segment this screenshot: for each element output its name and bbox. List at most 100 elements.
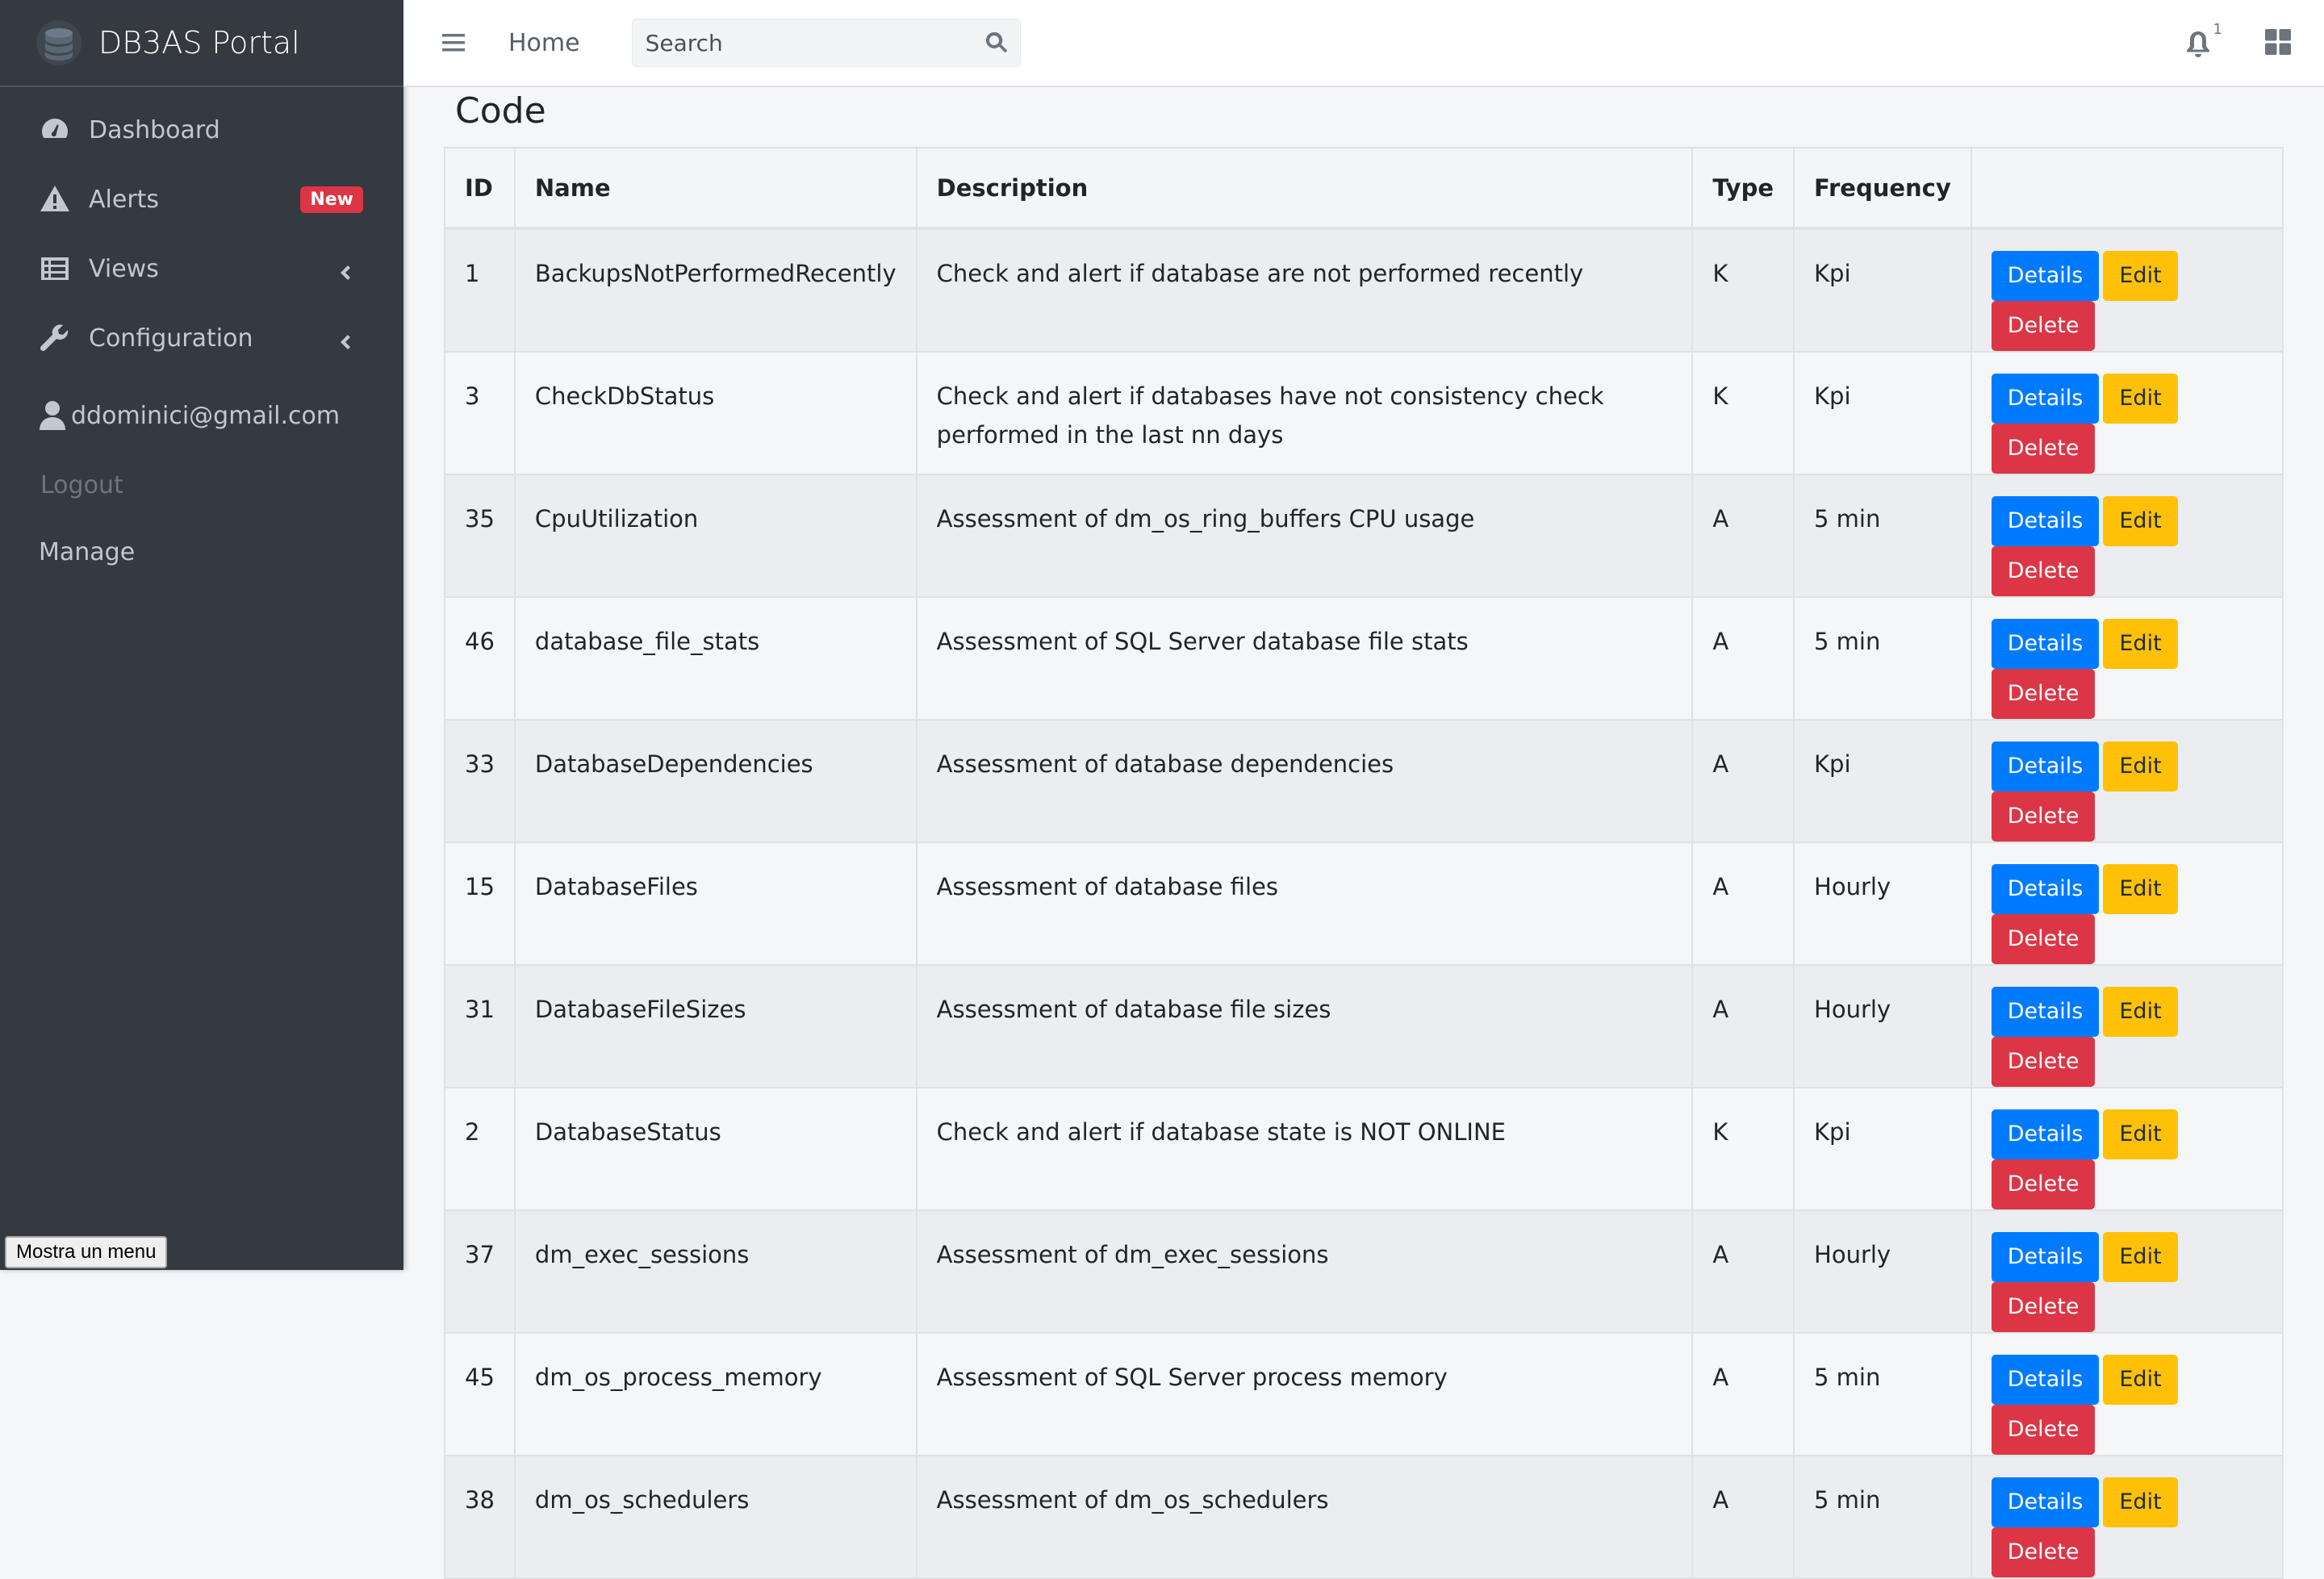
database-logo-icon bbox=[36, 19, 82, 66]
user-account-link[interactable]: ddominici@gmail.com bbox=[0, 381, 403, 450]
table-row: 1 BackupsNotPerformedRecently Check and al… bbox=[444, 228, 2284, 353]
cell-type: A bbox=[1691, 596, 1795, 721]
cell-frequency: 5 min bbox=[1793, 1332, 1972, 1456]
warning-icon bbox=[39, 183, 71, 215]
table-row: 46 database_file_stats Assessment of SQL S… bbox=[444, 596, 2284, 721]
edit-button[interactable]: Edit bbox=[2103, 864, 2178, 914]
edit-button[interactable]: Edit bbox=[2103, 619, 2178, 669]
cell-description: Assessment of dm_exec_sessions bbox=[915, 1209, 1694, 1334]
table-row: 38 dm_os_schedulers Assessment of dm_os_sc… bbox=[444, 1455, 2284, 1579]
cell-type: A bbox=[1691, 719, 1795, 843]
cell-description: Assessment of dm_os_schedulers bbox=[915, 1455, 1694, 1579]
cell-id: 31 bbox=[444, 964, 516, 1088]
sidebar-item-label: Configuration bbox=[89, 324, 253, 353]
edit-button[interactable]: Edit bbox=[2103, 741, 2178, 792]
edit-button[interactable]: Edit bbox=[2103, 1232, 2178, 1282]
delete-button[interactable]: Delete bbox=[1991, 792, 2096, 842]
page-title: Code bbox=[455, 90, 546, 132]
edit-button[interactable]: Edit bbox=[2103, 496, 2178, 546]
main-content: Code ID Name Description Type Frequency … bbox=[403, 87, 2324, 1579]
edit-button[interactable]: Edit bbox=[2103, 1109, 2178, 1159]
cell-actions: Details EditDelete bbox=[1970, 1455, 2284, 1579]
cell-actions: Details EditDelete bbox=[1970, 474, 2284, 598]
delete-button[interactable]: Delete bbox=[1991, 546, 2096, 596]
table-body: 1 BackupsNotPerformedRecently Check and al… bbox=[444, 228, 2284, 1579]
delete-button[interactable]: Delete bbox=[1991, 1037, 2096, 1087]
cell-name: DatabaseFiles bbox=[513, 842, 917, 966]
details-button[interactable]: Details bbox=[1991, 1477, 2100, 1527]
cell-id: 35 bbox=[444, 474, 516, 598]
delete-button[interactable]: Delete bbox=[1991, 1159, 2096, 1209]
edit-button[interactable]: Edit bbox=[2103, 987, 2178, 1037]
cell-type: A bbox=[1691, 1209, 1795, 1334]
cell-description: Assessment of SQL Server database file s… bbox=[915, 596, 1694, 721]
apps-grid-button[interactable] bbox=[2264, 28, 2292, 59]
cell-actions: Details EditDelete bbox=[1970, 596, 2284, 721]
cell-frequency: Kpi bbox=[1793, 1087, 1972, 1211]
delete-button[interactable]: Delete bbox=[1991, 1527, 2096, 1577]
logout-link[interactable]: Logout bbox=[0, 450, 403, 520]
details-button[interactable]: Details bbox=[1991, 864, 2100, 914]
cell-name: CheckDbStatus bbox=[513, 351, 917, 475]
details-button[interactable]: Details bbox=[1991, 374, 2100, 424]
details-button[interactable]: Details bbox=[1991, 1232, 2100, 1282]
search-input[interactable] bbox=[632, 19, 973, 66]
cell-name: dm_exec_sessions bbox=[513, 1209, 917, 1334]
cell-description: Assessment of database files bbox=[915, 842, 1694, 966]
details-button[interactable]: Details bbox=[1991, 1355, 2100, 1405]
show-menu-button[interactable]: Mostra un menu bbox=[5, 1236, 168, 1268]
cell-actions: Details EditDelete bbox=[1970, 842, 2284, 966]
cell-id: 38 bbox=[444, 1455, 516, 1579]
cell-id: 3 bbox=[444, 351, 516, 475]
cell-type: K bbox=[1691, 1087, 1795, 1211]
code-table: ID Name Description Type Frequency 1 Back… bbox=[444, 147, 2284, 1579]
delete-button[interactable]: Delete bbox=[1991, 669, 2096, 719]
details-button[interactable]: Details bbox=[1991, 741, 2100, 792]
column-header-id: ID bbox=[444, 147, 516, 230]
column-header-name: Name bbox=[513, 147, 917, 230]
chevron-left-icon bbox=[336, 329, 353, 349]
details-button[interactable]: Details bbox=[1991, 251, 2100, 301]
cell-id: 46 bbox=[444, 596, 516, 721]
edit-button[interactable]: Edit bbox=[2103, 1355, 2178, 1405]
details-button[interactable]: Details bbox=[1991, 1109, 2100, 1159]
cell-type: K bbox=[1691, 351, 1795, 475]
cell-description: Check and alert if database state is NOT… bbox=[915, 1087, 1694, 1211]
cell-actions: Details EditDelete bbox=[1970, 1209, 2284, 1334]
hamburger-menu-icon[interactable] bbox=[441, 30, 466, 56]
cell-description: Assessment of SQL Server process memory bbox=[915, 1332, 1694, 1456]
delete-button[interactable]: Delete bbox=[1991, 914, 2096, 964]
table-row: 3 CheckDbStatus Check and alert if databas… bbox=[444, 351, 2284, 475]
cell-actions: Details EditDelete bbox=[1970, 228, 2284, 353]
details-button[interactable]: Details bbox=[1991, 987, 2100, 1037]
home-link[interactable]: Home bbox=[508, 29, 580, 57]
details-button[interactable]: Details bbox=[1991, 496, 2100, 546]
sidebar-item-dashboard[interactable]: Dashboard bbox=[18, 95, 386, 165]
brand-link[interactable]: DB3AS Portal bbox=[0, 0, 403, 87]
sidebar-item-views[interactable]: Views bbox=[18, 234, 386, 303]
details-button[interactable]: Details bbox=[1991, 619, 2100, 669]
delete-button[interactable]: Delete bbox=[1991, 424, 2096, 474]
user-email: ddominici@gmail.com bbox=[71, 401, 341, 430]
search-button[interactable] bbox=[973, 19, 1020, 66]
delete-button[interactable]: Delete bbox=[1991, 1405, 2096, 1455]
bell-icon bbox=[2187, 31, 2209, 57]
cell-type: A bbox=[1691, 1332, 1795, 1456]
cell-name: DatabaseFileSizes bbox=[513, 964, 917, 1088]
edit-button[interactable]: Edit bbox=[2103, 374, 2178, 424]
table-row: 35 CpuUtilization Assessment of dm_os_ring… bbox=[444, 474, 2284, 598]
delete-button[interactable]: Delete bbox=[1991, 301, 2096, 351]
cell-name: DatabaseDependencies bbox=[513, 719, 917, 843]
edit-button[interactable]: Edit bbox=[2103, 1477, 2178, 1527]
manage-link[interactable]: Manage bbox=[0, 520, 403, 584]
cell-frequency: 5 min bbox=[1793, 474, 1972, 598]
sidebar-item-configuration[interactable]: Configuration bbox=[18, 303, 386, 373]
cell-actions: Details EditDelete bbox=[1970, 1332, 2284, 1456]
navbar-search bbox=[631, 19, 1021, 67]
sidebar-item-alerts[interactable]: Alerts New bbox=[18, 165, 386, 234]
edit-button[interactable]: Edit bbox=[2103, 251, 2178, 301]
delete-button[interactable]: Delete bbox=[1991, 1282, 2096, 1332]
notifications-button[interactable]: 1 bbox=[2184, 21, 2222, 58]
cell-description: Check and alert if database are not perf… bbox=[915, 228, 1694, 353]
cell-description: Assessment of database file sizes bbox=[915, 964, 1694, 1088]
